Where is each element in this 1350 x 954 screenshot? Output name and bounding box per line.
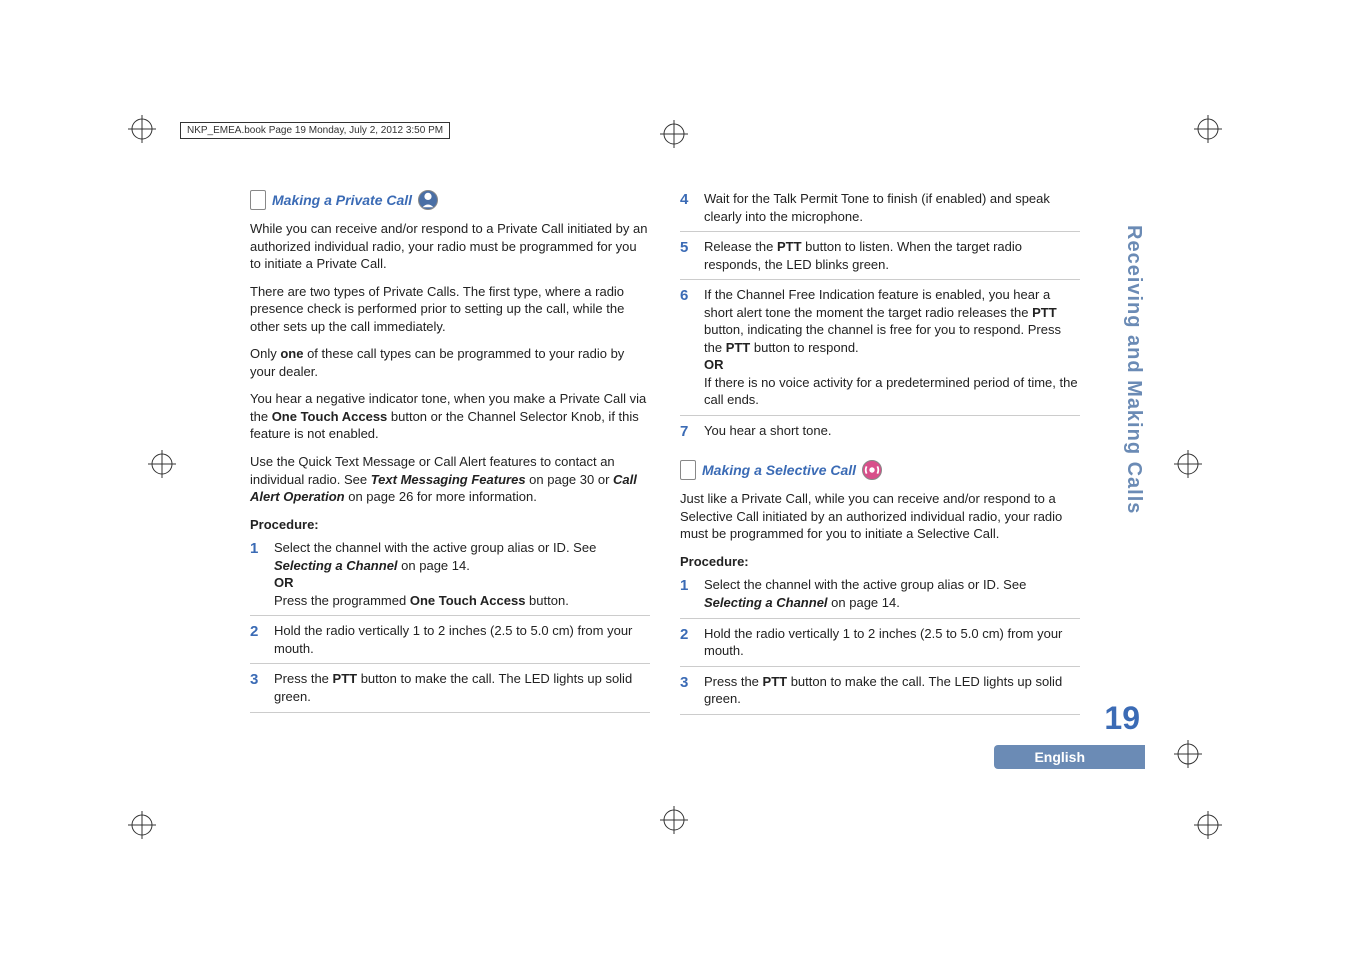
step-body-7: You hear a short tone. <box>704 422 1080 442</box>
step-body-2: Hold the radio vertically 1 to 2 inches … <box>274 622 650 657</box>
heading-selective-call: Making a Selective Call <box>702 461 856 480</box>
bold-ptt: PTT <box>777 239 802 254</box>
right-column: 4 Wait for the Talk Permit Tone to finis… <box>680 190 1080 721</box>
step-sel-2: 2 Hold the radio vertically 1 to 2 inche… <box>680 625 1080 667</box>
step-6: 6 If the Channel Free Indication feature… <box>680 286 1080 416</box>
page-icon <box>250 190 266 210</box>
step-2: 2 Hold the radio vertically 1 to 2 inche… <box>250 622 650 664</box>
t: button. <box>525 593 568 608</box>
step-num-s2: 2 <box>680 625 704 660</box>
person-icon <box>418 190 438 210</box>
bold-one: one <box>280 346 303 361</box>
t: Release the <box>704 239 777 254</box>
registration-mark-icon <box>148 450 176 478</box>
t: Select the channel with the active group… <box>274 540 596 555</box>
t: of these call types can be programmed to… <box>250 346 624 379</box>
registration-mark-icon <box>1174 450 1202 478</box>
content-area: Making a Private Call While you can rece… <box>250 190 1085 721</box>
step-5: 5 Release the PTT button to listen. When… <box>680 238 1080 280</box>
t: If there is no voice activity for a pred… <box>704 375 1078 408</box>
english-tab: English <box>994 745 1145 769</box>
t: on page 30 or <box>526 472 613 487</box>
section-heading-private-call: Making a Private Call <box>250 190 650 210</box>
step-sel-3: 3 Press the PTT button to make the call.… <box>680 673 1080 715</box>
step-body-1: Select the channel with the active group… <box>274 539 650 609</box>
para-4: You hear a negative indicator tone, when… <box>250 390 650 443</box>
step-body-6: If the Channel Free Indication feature i… <box>704 286 1080 409</box>
step-num-s3: 3 <box>680 673 704 708</box>
bold-ptt: PTT <box>726 340 751 355</box>
procedure-label: Procedure: <box>250 516 650 534</box>
step-body-s1: Select the channel with the active group… <box>704 576 1080 611</box>
t: on page 14. <box>828 595 900 610</box>
step-num-2: 2 <box>250 622 274 657</box>
step-sel-1: 1 Select the channel with the active gro… <box>680 576 1080 618</box>
step-num-5: 5 <box>680 238 704 273</box>
step-num-3: 3 <box>250 670 274 705</box>
section-heading-selective-call: Making a Selective Call <box>680 460 1080 480</box>
step-num-6: 6 <box>680 286 704 409</box>
t: Select the channel with the active group… <box>704 577 1026 592</box>
registration-mark-icon <box>1194 115 1222 143</box>
para-sel-1: Just like a Private Call, while you can … <box>680 490 1080 543</box>
bold-ota2: One Touch Access <box>410 593 526 608</box>
t: on page 14. <box>398 558 470 573</box>
step-body-3: Press the PTT button to make the call. T… <box>274 670 650 705</box>
italic-sc: Selecting a Channel <box>274 558 398 573</box>
step-num-4: 4 <box>680 190 704 225</box>
step-1: 1 Select the channel with the active gro… <box>250 539 650 616</box>
heading-private-call: Making a Private Call <box>272 191 412 210</box>
para-2: There are two types of Private Calls. Th… <box>250 283 650 336</box>
step-num-7: 7 <box>680 422 704 442</box>
registration-mark-icon <box>128 115 156 143</box>
step-body-4: Wait for the Talk Permit Tone to finish … <box>704 190 1080 225</box>
italic-sc: Selecting a Channel <box>704 595 828 610</box>
t: Only <box>250 346 280 361</box>
bold-ota: One Touch Access <box>272 409 388 424</box>
t: Press the <box>274 671 333 686</box>
step-7: 7 You hear a short tone. <box>680 422 1080 448</box>
procedure-label-2: Procedure: <box>680 553 1080 571</box>
step-body-s3: Press the PTT button to make the call. T… <box>704 673 1080 708</box>
registration-mark-icon <box>128 811 156 839</box>
registration-mark-icon <box>1194 811 1222 839</box>
t: Press the programmed <box>274 593 410 608</box>
para-1: While you can receive and/or respond to … <box>250 220 650 273</box>
registration-mark-icon <box>660 806 688 834</box>
t: If the Channel Free Indication feature i… <box>704 287 1050 320</box>
registration-mark-icon <box>660 120 688 148</box>
para-5: Use the Quick Text Message or Call Alert… <box>250 453 650 506</box>
page-number: 19 <box>1104 700 1140 737</box>
antenna-icon <box>862 460 882 480</box>
para-3: Only one of these call types can be prog… <box>250 345 650 380</box>
step-num-s1: 1 <box>680 576 704 611</box>
step-body-s2: Hold the radio vertically 1 to 2 inches … <box>704 625 1080 660</box>
bold-ptt: PTT <box>1032 305 1057 320</box>
t: button to respond. <box>750 340 858 355</box>
bold-ptt: PTT <box>333 671 358 686</box>
or: OR <box>704 357 724 372</box>
italic-tmf: Text Messaging Features <box>371 472 526 487</box>
header-text: NKP_EMEA.book Page 19 Monday, July 2, 20… <box>187 125 443 136</box>
step-3: 3 Press the PTT button to make the call.… <box>250 670 650 712</box>
page-header: NKP_EMEA.book Page 19 Monday, July 2, 20… <box>180 122 450 139</box>
step-num-1: 1 <box>250 539 274 609</box>
t: Press the <box>704 674 763 689</box>
registration-mark-icon <box>1174 740 1202 768</box>
side-tab: Receiving and Making Calls <box>1105 225 1145 514</box>
step-4: 4 Wait for the Talk Permit Tone to finis… <box>680 190 1080 232</box>
left-column: Making a Private Call While you can rece… <box>250 190 650 721</box>
bold-ptt: PTT <box>763 674 788 689</box>
t: on page 26 for more information. <box>345 489 537 504</box>
step-body-5: Release the PTT button to listen. When t… <box>704 238 1080 273</box>
page-icon <box>680 460 696 480</box>
or: OR <box>274 575 294 590</box>
